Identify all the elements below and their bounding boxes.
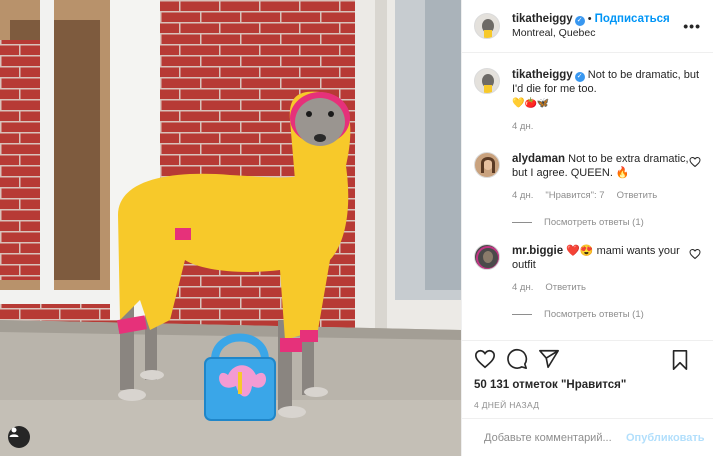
caption-meta: 4 дн. (512, 120, 701, 134)
author-username[interactable]: tikatheiggy (512, 13, 573, 25)
view-replies-label: Посмотреть ответы (1) (544, 309, 644, 320)
post-photo[interactable] (0, 0, 461, 456)
action-icons (474, 341, 701, 377)
like-heart-icon[interactable] (474, 348, 496, 370)
post-actions: 50 131 отметок "Нравится" 4 ДНЕЙ НАЗАД (462, 340, 713, 418)
caption-emojis: 💛🍅🦋 (512, 98, 550, 109)
save-bookmark-icon[interactable] (669, 349, 691, 371)
like-comment-heart-icon[interactable] (689, 248, 701, 260)
caption: tikatheiggy ✓ Not to be dramatic, but I'd… (474, 68, 701, 134)
comment-item: mr.biggie ❤️😍 mami wants your outfit 4 д… (474, 244, 701, 295)
replies-divider (512, 314, 532, 315)
commenter-avatar[interactable] (474, 244, 500, 270)
comment-item: alydaman Not to be extra dramatic, but I… (474, 152, 701, 203)
post-header: tikatheiggy ✓ • Подписаться Montreal, Quebe… (462, 0, 713, 53)
share-send-icon[interactable] (538, 348, 560, 370)
comment-input[interactable] (484, 431, 626, 444)
view-replies-button[interactable]: Посмотреть ответы (1) (512, 217, 701, 228)
person-avatar-icon (476, 246, 499, 269)
dog-avatar-icon (482, 74, 494, 93)
caption-username[interactable]: tikatheiggy (512, 69, 573, 81)
like-comment-heart-icon[interactable] (689, 156, 701, 168)
comment-time[interactable]: 4 дн. (512, 282, 533, 293)
tagged-users-button[interactable] (8, 426, 30, 448)
separator-dot: • (587, 13, 592, 25)
view-replies-label: Посмотреть ответы (1) (544, 217, 644, 228)
verified-badge-icon: ✓ (574, 72, 585, 82)
verified-badge-icon: ✓ (574, 16, 585, 26)
photo-illustration (0, 0, 461, 456)
comment-meta: 4 дн. "Нравится": 7 Ответить (512, 189, 690, 203)
caption-avatar[interactable] (474, 68, 500, 94)
commenter-avatar[interactable] (474, 152, 500, 178)
commenter-username[interactable]: alydaman (512, 153, 565, 165)
post-panel: tikatheiggy ✓ • Подписаться Montreal, Quebe… (461, 0, 713, 456)
author-avatar[interactable] (474, 13, 500, 39)
header-text: tikatheiggy ✓ • Подписаться Montreal, Quebe… (512, 12, 670, 40)
replies-divider (512, 222, 532, 223)
comments-list[interactable]: tikatheiggy ✓ Not to be dramatic, but I'd… (462, 54, 713, 340)
reply-button[interactable]: Ответить (545, 282, 586, 293)
dog-avatar-icon (482, 19, 494, 38)
comment-bubble-icon[interactable] (506, 348, 528, 370)
reply-button[interactable]: Ответить (617, 190, 658, 201)
comment-likes[interactable]: "Нравится": 7 (545, 190, 604, 201)
more-options-icon[interactable]: ••• (683, 18, 701, 34)
user-icon (9, 427, 19, 437)
person-avatar-icon (481, 157, 495, 173)
post-location[interactable]: Montreal, Quebec (512, 26, 670, 40)
caption-time[interactable]: 4 дн. (512, 121, 533, 132)
view-replies-button[interactable]: Посмотреть ответы (1) (512, 309, 701, 320)
comment-time[interactable]: 4 дн. (512, 190, 533, 201)
follow-button[interactable]: Подписаться (595, 13, 670, 25)
commenter-username[interactable]: mr.biggie (512, 245, 563, 257)
likes-count[interactable]: 50 131 отметок "Нравится" (474, 379, 701, 391)
comment-meta: 4 дн. Ответить (512, 281, 690, 295)
add-comment-bar: Опубликовать (462, 418, 713, 456)
post-date[interactable]: 4 ДНЕЙ НАЗАД (474, 400, 701, 410)
post-comment-button[interactable]: Опубликовать (626, 432, 705, 444)
